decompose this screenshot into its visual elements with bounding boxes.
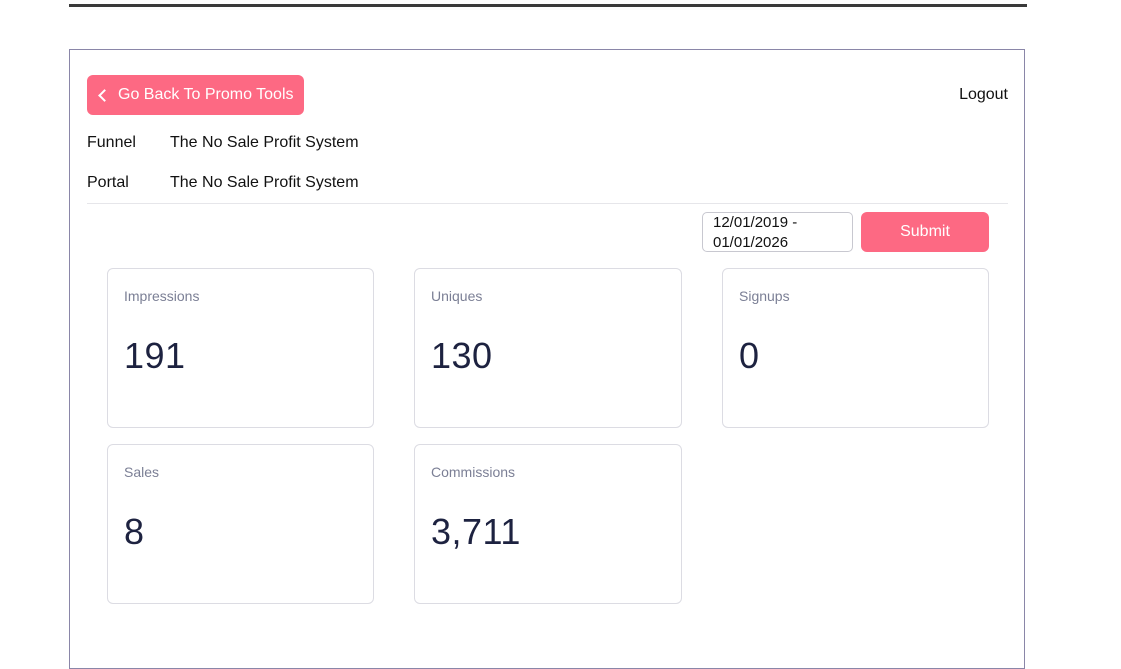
portal-value: The No Sale Profit System xyxy=(170,174,359,191)
funnel-label: Funnel xyxy=(87,134,136,151)
go-back-label: Go Back To Promo Tools xyxy=(118,86,294,103)
portal-row: Portal The No Sale Profit System xyxy=(87,174,359,192)
date-range-input[interactable]: 12/01/2019 - 01/01/2026 xyxy=(702,212,853,252)
stat-card-impressions: Impressions 191 xyxy=(107,268,374,428)
funnel-value: The No Sale Profit System xyxy=(170,134,359,151)
top-divider xyxy=(69,4,1027,7)
stat-label: Impressions xyxy=(124,288,200,304)
go-back-button[interactable]: Go Back To Promo Tools xyxy=(87,75,304,115)
stat-label: Uniques xyxy=(431,288,483,304)
stat-label: Sales xyxy=(124,464,160,480)
stats-panel: Go Back To Promo Tools Logout Funnel The … xyxy=(69,49,1025,669)
stat-value: 8 xyxy=(124,511,145,552)
logout-link[interactable]: Logout xyxy=(959,86,1008,104)
stat-label: Commissions xyxy=(431,464,516,480)
section-divider xyxy=(87,203,1008,204)
stat-value: 130 xyxy=(431,335,493,376)
stat-card-uniques: Uniques 130 xyxy=(414,268,682,428)
submit-button[interactable]: Submit xyxy=(861,212,989,252)
stat-card-signups: Signups 0 xyxy=(722,268,989,428)
stat-card-commissions: Commissions 3,711 xyxy=(414,444,682,604)
stat-value: 0 xyxy=(739,335,760,376)
stat-card-sales: Sales 8 xyxy=(107,444,374,604)
stat-value: 3,711 xyxy=(431,511,521,552)
funnel-row: Funnel The No Sale Profit System xyxy=(87,134,359,152)
chevron-left-icon xyxy=(98,88,111,102)
portal-label: Portal xyxy=(87,174,129,191)
stat-label: Signups xyxy=(739,288,790,304)
stat-value: 191 xyxy=(124,335,186,376)
